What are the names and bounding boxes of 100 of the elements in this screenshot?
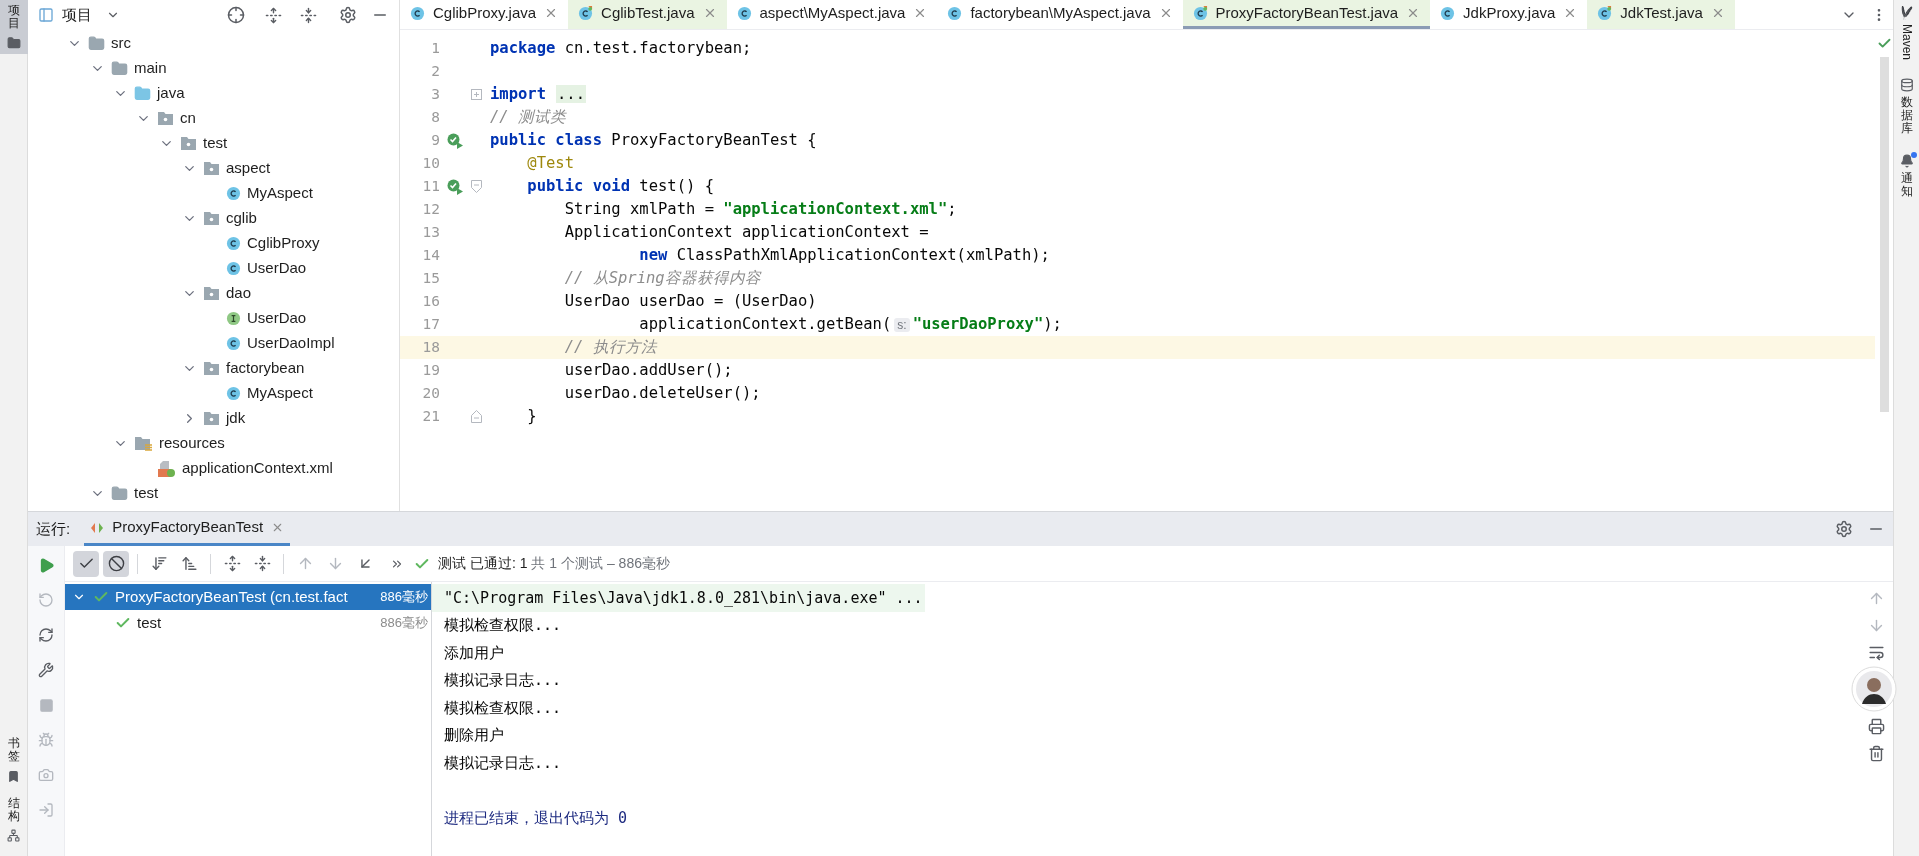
line-number: 9 bbox=[430, 130, 440, 150]
locate-icon[interactable] bbox=[227, 6, 245, 24]
line-number: 11 bbox=[421, 176, 440, 196]
tree-item[interactable]: resources bbox=[28, 431, 399, 456]
tree-item[interactable]: test bbox=[28, 481, 399, 506]
line-number: 14 bbox=[421, 245, 440, 265]
tree-item[interactable]: aspect bbox=[28, 156, 399, 181]
filter-toggle[interactable] bbox=[103, 550, 129, 577]
tool-window-tab[interactable]: 结构 bbox=[7, 796, 20, 823]
code-line: public class ProxyFactoryBeanTest { bbox=[490, 129, 817, 151]
no-problems-icon bbox=[1876, 36, 1892, 51]
project-view-icon bbox=[38, 7, 54, 23]
class-icon bbox=[226, 236, 241, 251]
trash-icon[interactable] bbox=[1867, 745, 1885, 762]
exit-icon bbox=[38, 802, 54, 818]
console-line: 模拟记录日志... bbox=[443, 752, 563, 774]
line-number: 20 bbox=[421, 383, 440, 403]
console-line: 添加用户 bbox=[443, 642, 505, 664]
package-icon bbox=[203, 211, 220, 226]
class-icon bbox=[1440, 5, 1456, 21]
letter-logo-icon bbox=[1899, 6, 1914, 20]
editor-tab[interactable]: ProxyFactoryBeanTest.java bbox=[1182, 0, 1431, 29]
settings-icon[interactable] bbox=[339, 6, 357, 24]
test-summary: 共 1 个测试 – 886毫秒 bbox=[531, 554, 670, 573]
test-result-row[interactable]: test 886毫秒 bbox=[65, 610, 431, 636]
run-test-icon[interactable] bbox=[446, 177, 464, 196]
line-number: 19 bbox=[421, 360, 440, 380]
sort-duration-icon bbox=[180, 555, 198, 572]
run-config-icon bbox=[90, 521, 105, 534]
tree-item[interactable]: UserDao bbox=[28, 256, 399, 281]
resources-folder-icon bbox=[134, 435, 153, 452]
class-icon bbox=[226, 386, 241, 401]
tree-item[interactable]: cglib bbox=[28, 206, 399, 231]
class-icon bbox=[736, 5, 752, 21]
folder-icon bbox=[111, 60, 128, 77]
class-icon bbox=[578, 5, 594, 21]
tree-item[interactable]: factorybean bbox=[28, 356, 399, 381]
line-number: 2 bbox=[430, 61, 440, 81]
editor-tab[interactable]: JdkTest.java bbox=[1587, 0, 1735, 29]
class-icon bbox=[226, 261, 241, 276]
settings-icon[interactable] bbox=[1835, 520, 1853, 538]
bookmark-icon[interactable] bbox=[7, 769, 20, 783]
debug-icon bbox=[38, 732, 54, 748]
bell-icon bbox=[1899, 153, 1914, 168]
code-line: package cn.test.factorybean; bbox=[490, 37, 752, 59]
code-line: applicationContext.getBean( s: "userDaoProxy"); bbox=[638, 313, 1062, 335]
expand-all-icon[interactable] bbox=[265, 6, 282, 24]
tool-window-tab[interactable]: 书签 bbox=[7, 737, 20, 764]
tree-item[interactable]: UserDaoImpl bbox=[28, 331, 399, 356]
package-icon bbox=[180, 136, 197, 151]
code-line: String xmlPath = "applicationContext.xml"; bbox=[563, 198, 957, 220]
tree-item[interactable]: applicationContext.xml bbox=[28, 456, 399, 481]
package-icon bbox=[203, 286, 220, 301]
line-number: 13 bbox=[421, 222, 440, 242]
tree-item[interactable]: UserDao bbox=[28, 306, 399, 331]
tree-item[interactable]: CglibProxy bbox=[28, 231, 399, 256]
tool-window-tab[interactable]: 通知 bbox=[1900, 171, 1913, 198]
line-number: 18 bbox=[421, 337, 440, 357]
package-icon bbox=[203, 161, 220, 176]
view-selector[interactable]: 项目 bbox=[62, 3, 120, 27]
tool-window-tab[interactable]: 数据库 bbox=[1900, 96, 1913, 136]
tree-item[interactable]: test bbox=[28, 131, 399, 156]
folder-icon bbox=[88, 35, 105, 52]
code-line: // 测试类 bbox=[490, 106, 566, 128]
rerun-failed-icon bbox=[38, 592, 54, 608]
tree-item[interactable]: MyAspect bbox=[28, 381, 399, 406]
soft-wrap-icon[interactable] bbox=[1867, 644, 1885, 661]
console-line: 模拟记录日志... bbox=[443, 670, 563, 691]
tool-window-tab[interactable]: 项目 bbox=[0, 0, 28, 55]
run-tab[interactable]: ProxyFactoryBeanTest bbox=[84, 512, 291, 546]
test-name: ProxyFactoryBeanTest (cn.test.fact bbox=[115, 586, 348, 607]
tool-window-tab[interactable]: Maven bbox=[1899, 24, 1914, 61]
code-line: public void test() { bbox=[526, 175, 714, 197]
tree-item[interactable]: java bbox=[28, 81, 399, 106]
toggle-auto-test-icon bbox=[38, 627, 54, 643]
editor-tab[interactable]: CglibTest.java bbox=[568, 0, 727, 29]
package-icon bbox=[203, 411, 220, 426]
sort-alphabetical-icon bbox=[150, 555, 168, 572]
expand-all-icon bbox=[223, 555, 241, 572]
code-line: UserDao userDao = (UserDao) bbox=[563, 290, 817, 312]
code-line: ApplicationContext applicationContext = bbox=[563, 221, 929, 243]
tree-item[interactable]: cn bbox=[28, 106, 399, 131]
tree-item[interactable]: dao bbox=[28, 281, 399, 306]
structure-icon[interactable] bbox=[7, 829, 20, 842]
print-icon[interactable] bbox=[1867, 718, 1885, 735]
collapse-all-icon[interactable] bbox=[300, 6, 317, 24]
test-duration: 886毫秒 bbox=[380, 614, 428, 633]
tree-item[interactable]: src bbox=[28, 31, 399, 56]
line-number: 3 bbox=[430, 84, 440, 104]
test-status: 测试 已通过: 1 bbox=[438, 554, 528, 573]
package-icon bbox=[203, 361, 220, 376]
tree-item[interactable]: MyAspect bbox=[28, 181, 399, 206]
tree-item[interactable]: main bbox=[28, 56, 399, 81]
filter-toggle[interactable] bbox=[73, 550, 99, 577]
tree-item[interactable]: jdk bbox=[28, 406, 399, 431]
test-result-row[interactable]: ProxyFactoryBeanTest (cn.test.fact 886毫秒 bbox=[65, 584, 431, 610]
run-test-icon[interactable] bbox=[446, 131, 464, 150]
code-line: // 执行方法 bbox=[563, 336, 657, 358]
avatar[interactable] bbox=[1851, 666, 1897, 712]
xml-file-icon bbox=[157, 459, 176, 478]
